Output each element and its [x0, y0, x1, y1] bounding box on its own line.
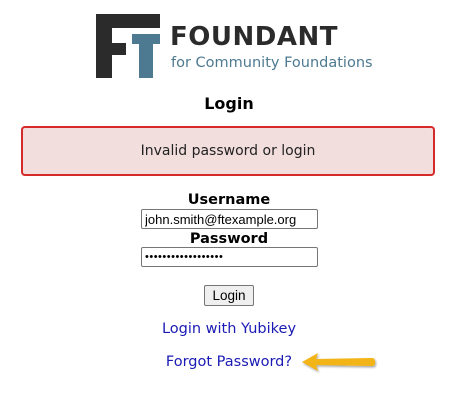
forgot-password-link[interactable]: Forgot Password? — [0, 353, 458, 371]
username-input[interactable] — [141, 209, 318, 229]
login-button[interactable]: Login — [204, 285, 254, 306]
login-with-yubikey-link[interactable]: Login with Yubikey — [0, 320, 458, 338]
arrow-left-icon — [302, 353, 375, 371]
error-alert: Invalid password or login — [21, 126, 435, 176]
username-label: Username — [187, 192, 271, 208]
error-message: Invalid password or login — [140, 143, 316, 159]
password-input[interactable] — [141, 247, 318, 267]
foundant-logo-icon — [96, 14, 160, 78]
foundant-logo: FOUNDANT for Community Foundations — [96, 14, 373, 78]
brand-tagline: for Community Foundations — [171, 55, 373, 71]
password-label: Password — [189, 231, 269, 247]
brand-name: FOUNDANT — [170, 22, 338, 52]
page-title: Login — [204, 94, 254, 113]
